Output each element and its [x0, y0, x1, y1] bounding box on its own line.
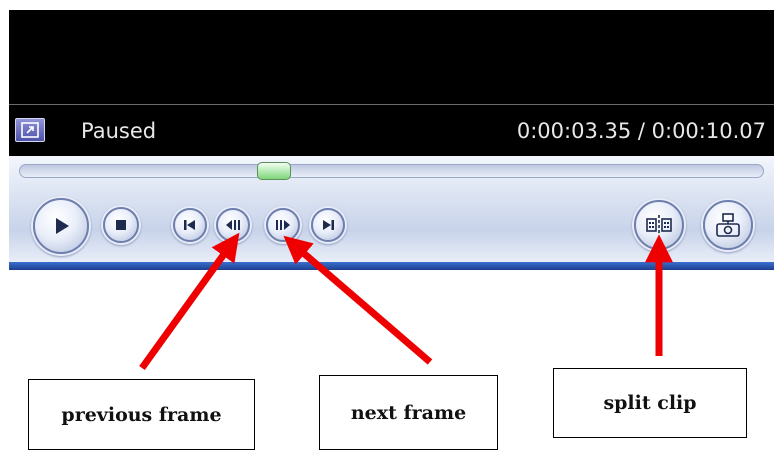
label-split-clip: split clip	[553, 368, 747, 438]
label-previous-frame: previous frame	[28, 379, 255, 450]
arrow-previous-frame	[139, 232, 240, 371]
arrow-next-frame	[283, 235, 433, 365]
label-next-frame: next frame	[319, 375, 498, 450]
